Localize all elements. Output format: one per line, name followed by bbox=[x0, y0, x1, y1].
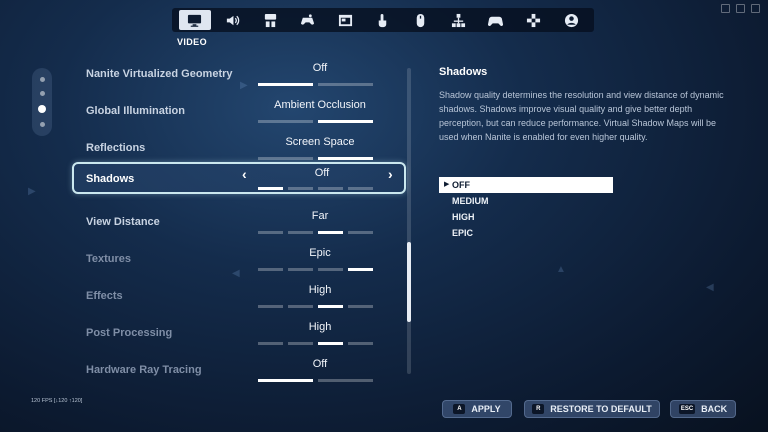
option-label: OFF bbox=[452, 180, 470, 190]
value-segments bbox=[258, 83, 373, 86]
tab-accessibility[interactable] bbox=[254, 10, 286, 30]
gamepad-touch-icon bbox=[301, 13, 315, 25]
settings-tab-bar bbox=[172, 8, 594, 32]
option-off[interactable]: ▶ OFF bbox=[439, 177, 613, 193]
setting-row-effects[interactable]: Effects High bbox=[72, 280, 406, 312]
tab-touch[interactable] bbox=[292, 10, 324, 30]
active-tab-label: VIDEO bbox=[176, 37, 207, 47]
option-label: MEDIUM bbox=[452, 196, 489, 206]
back-label: BACK bbox=[701, 404, 728, 414]
option-label: HIGH bbox=[452, 212, 475, 222]
monitor-icon bbox=[188, 14, 202, 27]
page-dot[interactable] bbox=[39, 91, 45, 96]
setting-value: Screen Space bbox=[285, 136, 355, 148]
window-controls bbox=[721, 4, 760, 13]
value-segments bbox=[258, 231, 373, 234]
back-button[interactable]: ESC BACK bbox=[670, 400, 736, 418]
controller-icon bbox=[488, 16, 504, 26]
speaker-icon bbox=[226, 15, 240, 25]
setting-value: High bbox=[308, 284, 332, 296]
setting-label: Effects bbox=[86, 290, 123, 302]
tab-touch-controls[interactable] bbox=[367, 10, 399, 30]
mouse-icon bbox=[416, 13, 425, 27]
setting-row-view-distance[interactable]: View Distance Far bbox=[72, 206, 406, 238]
setting-row-global-illumination[interactable]: Global Illumination Ambient Occlusion bbox=[72, 95, 406, 127]
setting-row-nanite[interactable]: Nanite Virtualized Geometry Off bbox=[72, 58, 406, 90]
page-dot[interactable] bbox=[39, 122, 45, 127]
tab-display[interactable] bbox=[329, 10, 361, 30]
setting-label: Nanite Virtualized Geometry bbox=[86, 68, 233, 80]
setting-value: Off bbox=[312, 358, 328, 370]
setting-value: Far bbox=[311, 210, 329, 222]
scrollbar-thumb[interactable] bbox=[407, 242, 411, 322]
apply-button[interactable]: A APPLY bbox=[442, 400, 512, 418]
option-high[interactable]: HIGH bbox=[439, 209, 613, 225]
dpad-icon bbox=[526, 13, 540, 27]
value-segments bbox=[258, 157, 373, 160]
setting-value: Off bbox=[312, 62, 328, 74]
setting-row-shadows[interactable]: Shadows ‹ Off › bbox=[72, 162, 406, 194]
option-medium[interactable]: MEDIUM bbox=[439, 193, 613, 209]
fps-counter: 120 FPS [↓120 ↑120] bbox=[31, 398, 83, 404]
background-triangle: ◀ bbox=[706, 282, 714, 293]
settings-scrollbar[interactable] bbox=[407, 68, 411, 374]
option-epic[interactable]: EPIC bbox=[439, 225, 613, 241]
key-hint-a: A bbox=[453, 404, 466, 414]
setting-row-reflections[interactable]: Reflections Screen Space bbox=[72, 132, 406, 164]
chevron-left-icon[interactable]: ‹ bbox=[242, 166, 247, 182]
tab-audio[interactable] bbox=[216, 10, 248, 30]
close-icon[interactable] bbox=[751, 4, 760, 13]
controller-layout-icon bbox=[264, 13, 276, 27]
caret-right-icon: ▶ bbox=[444, 181, 450, 188]
setting-value: High bbox=[308, 321, 332, 333]
setting-label: Textures bbox=[86, 253, 132, 265]
tab-account[interactable] bbox=[555, 10, 587, 30]
restore-default-button[interactable]: R RESTORE TO DEFAULT bbox=[524, 400, 660, 418]
value-segments bbox=[258, 342, 373, 345]
setting-value: Off bbox=[314, 167, 330, 179]
value-segments bbox=[258, 305, 373, 308]
page-dot-active[interactable] bbox=[38, 105, 46, 113]
tab-network[interactable] bbox=[442, 10, 474, 30]
option-label: EPIC bbox=[452, 228, 474, 238]
tab-video[interactable] bbox=[178, 10, 211, 30]
tab-controller-binds[interactable] bbox=[517, 10, 549, 30]
shadow-options-list: ▶ OFF MEDIUM HIGH EPIC bbox=[439, 177, 613, 241]
account-icon bbox=[564, 13, 578, 27]
setting-label: Hardware Ray Tracing bbox=[86, 364, 202, 376]
maximize-icon[interactable] bbox=[736, 4, 745, 13]
detail-description: Shadow quality determines the resolution… bbox=[439, 90, 724, 142]
background-triangle: ▶ bbox=[28, 186, 36, 197]
setting-label: Global Illumination bbox=[86, 105, 185, 117]
detail-title: Shadows bbox=[439, 66, 488, 78]
minimize-icon[interactable] bbox=[721, 4, 730, 13]
setting-label: Post Processing bbox=[86, 327, 173, 339]
setting-row-hardware-ray-tracing[interactable]: Hardware Ray Tracing Off bbox=[72, 354, 406, 386]
value-segments bbox=[258, 120, 373, 123]
window-icon bbox=[338, 14, 352, 26]
chevron-right-icon[interactable]: › bbox=[388, 166, 393, 182]
setting-detail-panel: Shadows Shadow quality determines the re… bbox=[439, 66, 735, 144]
setting-label: Reflections bbox=[86, 142, 146, 154]
setting-value: Ambient Occlusion bbox=[274, 99, 366, 111]
setting-label: View Distance bbox=[86, 216, 160, 228]
value-segments bbox=[258, 379, 373, 382]
setting-label: Shadows bbox=[86, 173, 135, 185]
apply-label: APPLY bbox=[471, 404, 501, 414]
tab-controller[interactable] bbox=[480, 10, 512, 30]
page-dot[interactable] bbox=[39, 77, 45, 82]
value-segments bbox=[258, 268, 373, 271]
touch-icon bbox=[379, 13, 387, 27]
setting-value: Epic bbox=[309, 247, 331, 259]
setting-row-textures[interactable]: Textures Epic bbox=[72, 243, 406, 275]
key-hint-r: R bbox=[532, 404, 545, 414]
restore-label: RESTORE TO DEFAULT bbox=[550, 404, 652, 414]
setting-row-post-processing[interactable]: Post Processing High bbox=[72, 317, 406, 349]
network-icon bbox=[451, 13, 465, 27]
key-hint-esc: ESC bbox=[678, 404, 696, 414]
page-indicator bbox=[32, 68, 52, 136]
value-segments bbox=[258, 187, 373, 190]
background-triangle: ▲ bbox=[556, 264, 566, 275]
tab-mouse-keyboard[interactable] bbox=[405, 10, 437, 30]
